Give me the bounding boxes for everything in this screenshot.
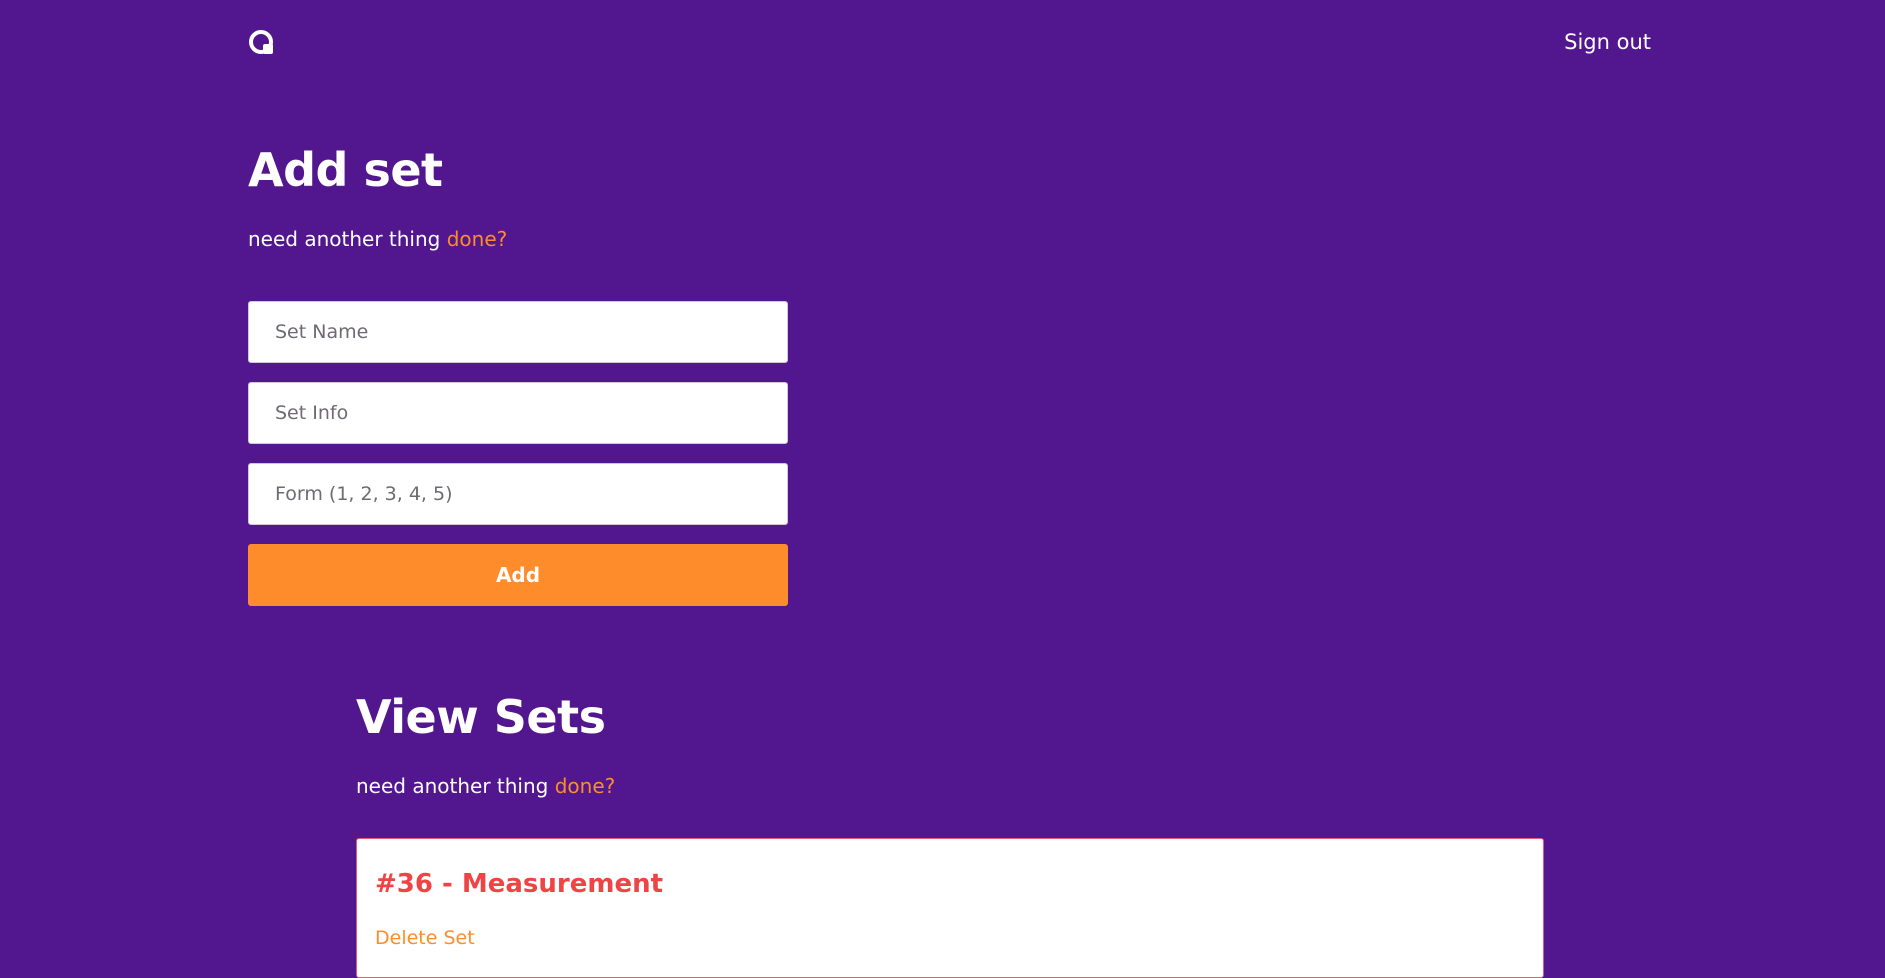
delete-set-link[interactable]: Delete Set [375,927,475,949]
sign-out-link[interactable]: Sign out [1564,30,1651,54]
view-sets-subtitle: need another thing done? [356,771,1544,801]
add-set-done-link[interactable]: done? [447,227,508,251]
set-card: #36 - Measurement Delete Set [356,838,1544,978]
form-input[interactable] [248,463,788,525]
set-card-title: #36 - Measurement [375,869,664,899]
add-set-subtitle: need another thing done? [248,224,788,254]
view-sets-title: View Sets [356,690,606,744]
logo-icon[interactable] [248,29,276,55]
set-name-input[interactable] [248,301,788,363]
view-sets-subtitle-text: need another thing [356,774,555,798]
view-sets-section: View Sets need another thing done? [356,687,1544,801]
set-info-input[interactable] [248,382,788,444]
add-set-title: Add set [248,143,443,197]
add-button[interactable]: Add [248,544,788,606]
add-set-subtitle-text: need another thing [248,227,447,251]
top-header: Sign out [0,0,1885,90]
view-sets-done-link[interactable]: done? [555,774,616,798]
add-set-section: Add set need another thing done? [248,140,788,254]
